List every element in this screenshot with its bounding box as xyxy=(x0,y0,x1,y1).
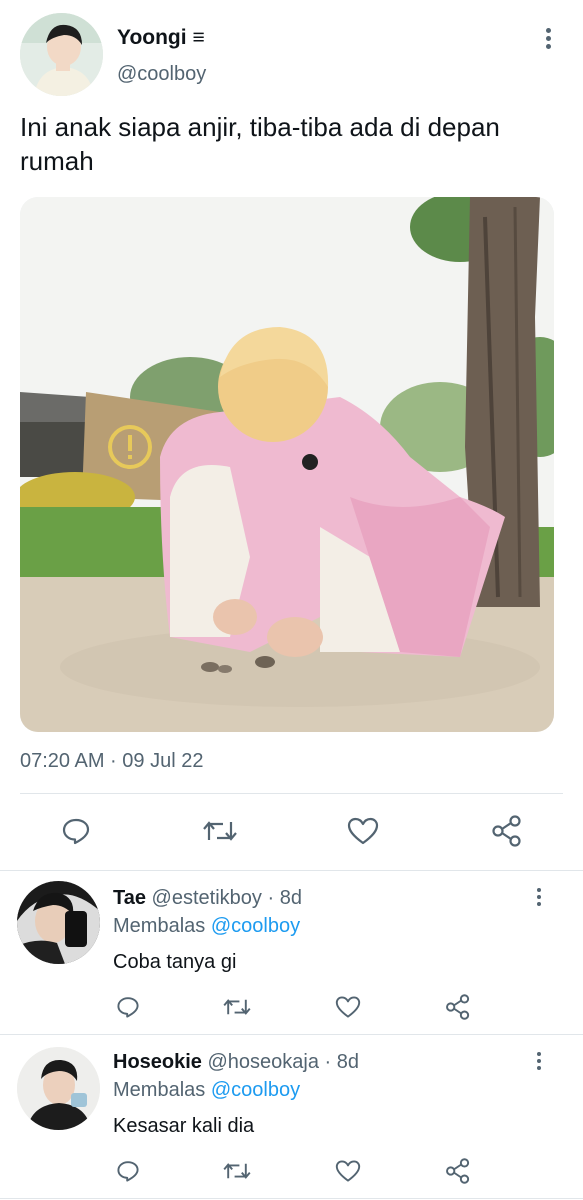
retweet-icon[interactable] xyxy=(199,810,241,852)
reply-text: Kesasar kali dia xyxy=(113,1115,255,1137)
retweet-arrows-icon xyxy=(223,999,251,1015)
share-icon[interactable] xyxy=(443,1156,473,1186)
reply-avatar-image xyxy=(17,881,100,964)
retweet-arrows-icon xyxy=(223,1163,251,1179)
author-name[interactable]: Yoongi ≡ xyxy=(117,26,205,50)
more-options-icon[interactable] xyxy=(538,28,558,54)
reply-action-bar xyxy=(0,992,583,1022)
more-dot xyxy=(545,44,551,49)
replying-to: Membalas @coolboy xyxy=(113,1079,300,1102)
tweet-timestamp[interactable]: 07:20 AM · 09 Jul 22 xyxy=(20,750,203,773)
more-dot xyxy=(545,36,551,41)
author-avatar[interactable] xyxy=(20,13,103,96)
tweet-action-bar xyxy=(0,810,583,852)
share-nodes-icon xyxy=(446,1158,470,1184)
like-icon[interactable] xyxy=(342,810,384,852)
tweet-text: Ini anak siapa anjir, tiba-tiba ada di d… xyxy=(20,112,500,176)
reply-icon[interactable] xyxy=(113,992,143,1022)
divider xyxy=(0,1198,583,1199)
more-dot xyxy=(537,888,541,892)
reply-icon[interactable] xyxy=(55,810,97,852)
reply-author-handle[interactable]: @estetikboy xyxy=(152,887,262,909)
reply-header: Hoseokie @hoseokaja · 8d xyxy=(113,1051,359,1074)
divider xyxy=(0,870,583,871)
heart-icon xyxy=(347,817,379,845)
author-name-text: Yoongi xyxy=(117,26,187,49)
reply-author-name[interactable]: Hoseokie xyxy=(113,1051,202,1073)
more-dot xyxy=(537,1059,541,1063)
reply-author-name[interactable]: Tae xyxy=(113,887,146,909)
share-nodes-icon xyxy=(446,994,470,1020)
more-dot xyxy=(537,1066,541,1070)
replying-to: Membalas @coolboy xyxy=(113,915,300,938)
heart-icon xyxy=(335,996,361,1018)
more-dot xyxy=(537,902,541,906)
reply-avatar[interactable] xyxy=(17,1047,100,1130)
reply-time[interactable]: 8d xyxy=(337,1051,359,1073)
reply-action-bar xyxy=(0,1156,583,1186)
reply-separator: · xyxy=(324,1051,332,1073)
like-icon[interactable] xyxy=(333,1156,363,1186)
more-dot xyxy=(537,1052,541,1056)
heart-icon xyxy=(335,1160,361,1182)
more-options-icon[interactable] xyxy=(533,1052,545,1076)
retweet-arrows-icon xyxy=(203,821,237,841)
photo-illustration xyxy=(20,197,554,732)
replying-to-handle[interactable]: @coolboy xyxy=(211,1079,300,1101)
more-options-icon[interactable] xyxy=(533,888,545,912)
reply-author-handle[interactable]: @hoseokaja xyxy=(208,1051,319,1073)
reply-icon[interactable] xyxy=(113,1156,143,1186)
like-icon[interactable] xyxy=(333,992,363,1022)
retweet-icon[interactable] xyxy=(222,1156,252,1186)
retweet-icon[interactable] xyxy=(222,992,252,1022)
speech-bubble-icon xyxy=(62,818,90,845)
more-dot xyxy=(537,895,541,899)
share-icon[interactable] xyxy=(486,810,528,852)
author-handle[interactable]: @coolboy xyxy=(117,63,206,86)
replying-to-handle[interactable]: @coolboy xyxy=(211,915,300,937)
divider xyxy=(20,793,563,794)
tweet-media-photo[interactable] xyxy=(20,197,554,732)
reply-text: Coba tanya gi xyxy=(113,951,237,973)
reply-time[interactable]: 8d xyxy=(280,887,302,909)
speech-bubble-icon xyxy=(117,997,139,1018)
speech-bubble-icon xyxy=(117,1161,139,1182)
replying-to-label: Membalas xyxy=(113,1079,206,1101)
reply-header: Tae @estetikboy · 8d xyxy=(113,887,302,910)
replying-to-label: Membalas xyxy=(113,915,206,937)
divider xyxy=(0,1034,583,1035)
reply-separator: · xyxy=(267,887,275,909)
reply-avatar[interactable] xyxy=(17,881,100,964)
share-nodes-icon xyxy=(492,815,521,847)
author-badge: ≡ xyxy=(192,26,205,49)
more-dot xyxy=(545,28,551,33)
share-icon[interactable] xyxy=(443,992,473,1022)
author-avatar-image xyxy=(20,13,103,96)
reply-avatar-image xyxy=(17,1047,100,1130)
